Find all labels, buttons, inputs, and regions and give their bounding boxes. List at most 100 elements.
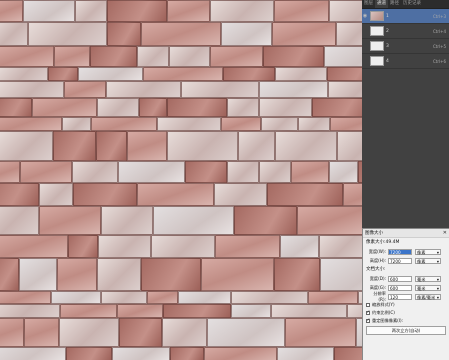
resolution-input[interactable]: 120 (388, 293, 412, 300)
stone-block (167, 0, 210, 22)
height-label: 高度(H): (369, 257, 386, 263)
channel-row[interactable]: 4 Ctrl+6 (362, 54, 449, 69)
doc-width-input[interactable]: 600 (388, 275, 412, 282)
doc-width-unit-label: 毫米 (417, 276, 426, 282)
stone-block (97, 258, 141, 291)
stone-block (112, 347, 170, 360)
stone-block (261, 117, 298, 131)
channel-row[interactable]: 2 Ctrl+4 (362, 24, 449, 39)
channel-row[interactable]: ◉ 1 Ctrl+3 (362, 9, 449, 24)
stone-block (54, 46, 90, 67)
stone-block (51, 291, 101, 304)
dialog-titlebar[interactable]: 图像大小 ✕ (363, 229, 449, 238)
stone-block (157, 117, 221, 131)
resample-checkbox[interactable]: 重定图像像素(I): (366, 317, 446, 325)
checkbox-box[interactable] (366, 303, 370, 307)
stone-wall-canvas[interactable] (0, 0, 362, 360)
stone-block (151, 235, 215, 258)
stone-block (0, 206, 39, 235)
channel-row[interactable]: 3 Ctrl+5 (362, 39, 449, 54)
stone-block (143, 67, 223, 81)
height-input[interactable]: 7200 (388, 257, 412, 264)
checkbox-box[interactable] (366, 318, 370, 323)
stone-block (347, 304, 362, 318)
doc-width-label: 宽度(D): (369, 275, 386, 281)
scale-styles-checkbox[interactable]: 缩放样式(Y) (366, 301, 446, 309)
height-unit-select[interactable]: 像素 ▾ (415, 257, 441, 264)
stone-block (64, 81, 106, 98)
stone-block (24, 318, 59, 347)
stone-block (204, 347, 277, 360)
doc-height-label: 高度(G): (369, 284, 386, 290)
stone-block (137, 46, 169, 67)
stone-block (271, 304, 347, 318)
stone-block (280, 235, 319, 258)
width-input[interactable]: 7200 (388, 248, 412, 255)
constrain-checkbox[interactable]: 约束比例(C) (366, 309, 446, 317)
stone-block (106, 81, 181, 98)
stone-block (73, 183, 137, 206)
stone-block (91, 117, 157, 131)
stone-block (97, 98, 139, 117)
chevron-down-icon: ▾ (436, 249, 439, 255)
stone-block (234, 206, 297, 235)
stone-block (163, 304, 231, 318)
stone-block (0, 117, 62, 131)
stone-block (118, 161, 185, 183)
stone-block (336, 22, 362, 46)
stone-block (275, 131, 337, 161)
channel-shortcut: Ctrl+6 (432, 58, 446, 64)
checkbox-box[interactable] (366, 310, 370, 315)
tab-channels[interactable]: 通道 (375, 0, 388, 8)
stone-block (327, 67, 362, 81)
tab-paths[interactable]: 路径 (388, 0, 401, 8)
stone-block (169, 46, 210, 67)
stone-block (329, 0, 362, 22)
stone-block (185, 161, 227, 183)
stone-block (0, 0, 23, 22)
stone-block (117, 304, 163, 318)
stone-block (59, 318, 119, 347)
tab-history[interactable]: 历史记录 (401, 0, 423, 8)
stone-block (98, 235, 151, 258)
close-icon[interactable]: ✕ (443, 230, 447, 236)
stone-block (231, 291, 308, 304)
stone-block (210, 46, 263, 67)
stone-block (312, 98, 362, 117)
doc-height-unit-label: 毫米 (417, 285, 426, 291)
stone-block (0, 131, 53, 161)
resample-mode-select[interactable]: 两次立方(自动) (366, 326, 446, 335)
stone-block (0, 81, 64, 98)
stone-block (274, 258, 320, 291)
stone-block (0, 22, 28, 46)
stone-block (137, 183, 214, 206)
stone-block (20, 161, 72, 183)
stone-block (178, 291, 231, 304)
resample-label: 重定图像像素(I): (372, 318, 404, 323)
eye-icon[interactable]: ◉ (362, 13, 368, 19)
doc-height-unit-select[interactable]: 毫米 ▾ (415, 284, 441, 291)
stone-block (66, 347, 112, 360)
tab-layers[interactable]: 图层 (362, 0, 375, 8)
stone-block (127, 131, 167, 161)
stone-block (210, 0, 274, 22)
channel-thumbnail (370, 26, 384, 36)
doc-width-unit-select[interactable]: 毫米 ▾ (415, 275, 441, 282)
stone-block (231, 304, 271, 318)
channel-name: 4 (386, 58, 389, 64)
stone-block (139, 98, 167, 117)
width-unit-select[interactable]: 像素 ▾ (415, 248, 441, 255)
chevron-down-icon: ▾ (436, 285, 439, 291)
stone-block (53, 131, 96, 161)
stone-block (107, 0, 167, 22)
doc-height-input[interactable]: 600 (388, 284, 412, 291)
resolution-unit-select[interactable]: 像素/毫米 ▾ (415, 293, 441, 300)
stone-block (147, 291, 178, 304)
stone-block (0, 46, 54, 67)
stone-block (215, 235, 280, 258)
resolution-label: 分辨率(R): (373, 291, 386, 302)
stone-block (0, 291, 51, 304)
stone-block (221, 117, 261, 131)
stone-block (75, 0, 107, 22)
stone-block (277, 347, 334, 360)
